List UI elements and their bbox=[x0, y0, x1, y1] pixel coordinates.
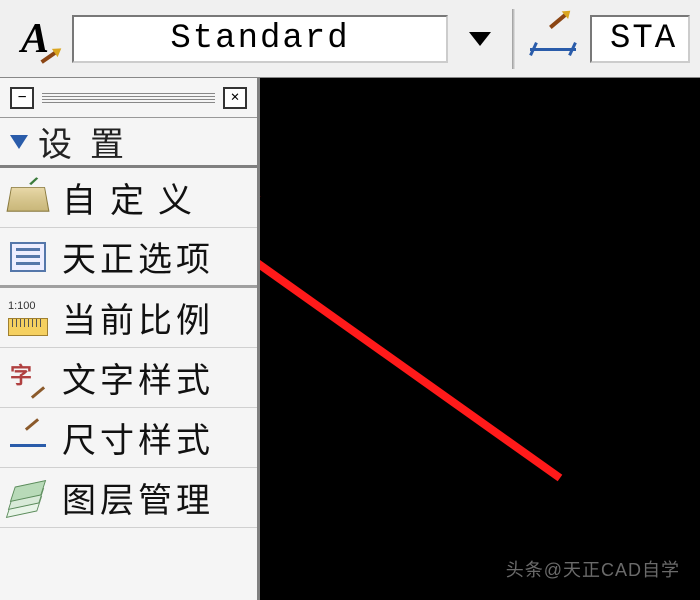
dim-style-value: STA bbox=[610, 20, 677, 58]
layer-manager-icon bbox=[6, 476, 50, 520]
main-area: − × 设置 自定义 天正选项 1:100 bbox=[0, 78, 700, 600]
menu-item-dim-style[interactable]: 尺寸样式 bbox=[0, 408, 257, 468]
dimension-style-icon[interactable] bbox=[528, 19, 578, 59]
options-dialog-icon bbox=[6, 235, 50, 279]
text-style-icon[interactable]: A bbox=[10, 14, 60, 64]
menu-label: 自定义 bbox=[62, 173, 206, 222]
top-toolbar: A Standard STA bbox=[0, 0, 700, 78]
panel-title: 设置 bbox=[38, 117, 142, 166]
dim-style-dropdown[interactable]: STA bbox=[590, 15, 690, 63]
scale-ruler-icon: 1:100 bbox=[6, 296, 50, 340]
panel-header: − × bbox=[0, 78, 257, 118]
menu-item-custom[interactable]: 自定义 bbox=[0, 168, 257, 228]
menu-label: 文字样式 bbox=[62, 353, 214, 402]
text-style-edit-icon: 字 bbox=[6, 356, 50, 400]
book-pencil-icon bbox=[6, 176, 50, 220]
drawing-canvas[interactable]: 头条@天正CAD自学 bbox=[260, 78, 700, 600]
watermark: 头条@天正CAD自学 bbox=[506, 556, 680, 582]
annotation-arrow bbox=[260, 78, 700, 598]
menu-label: 当前比例 bbox=[62, 293, 214, 342]
menu-label: 天正选项 bbox=[62, 232, 214, 281]
menu-item-scale[interactable]: 1:100 当前比例 bbox=[0, 288, 257, 348]
drag-handle[interactable] bbox=[42, 93, 215, 103]
dropdown-arrow-icon[interactable] bbox=[460, 15, 500, 63]
side-panel: − × 设置 自定义 天正选项 1:100 bbox=[0, 78, 260, 600]
menu-item-text-style[interactable]: 字 文字样式 bbox=[0, 348, 257, 408]
text-style-value: Standard bbox=[170, 20, 349, 58]
dimension-style-edit-icon bbox=[6, 416, 50, 460]
menu-item-layers[interactable]: 图层管理 bbox=[0, 468, 257, 528]
close-button[interactable]: × bbox=[223, 87, 247, 109]
panel-title-row[interactable]: 设置 bbox=[0, 118, 257, 168]
menu-label: 图层管理 bbox=[62, 473, 214, 522]
minimize-button[interactable]: − bbox=[10, 87, 34, 109]
toolbar-separator bbox=[512, 9, 516, 69]
collapse-arrow-icon[interactable] bbox=[8, 131, 30, 153]
menu-label: 尺寸样式 bbox=[62, 413, 214, 462]
menu-item-options[interactable]: 天正选项 bbox=[0, 228, 257, 288]
text-style-dropdown[interactable]: Standard bbox=[72, 15, 448, 63]
